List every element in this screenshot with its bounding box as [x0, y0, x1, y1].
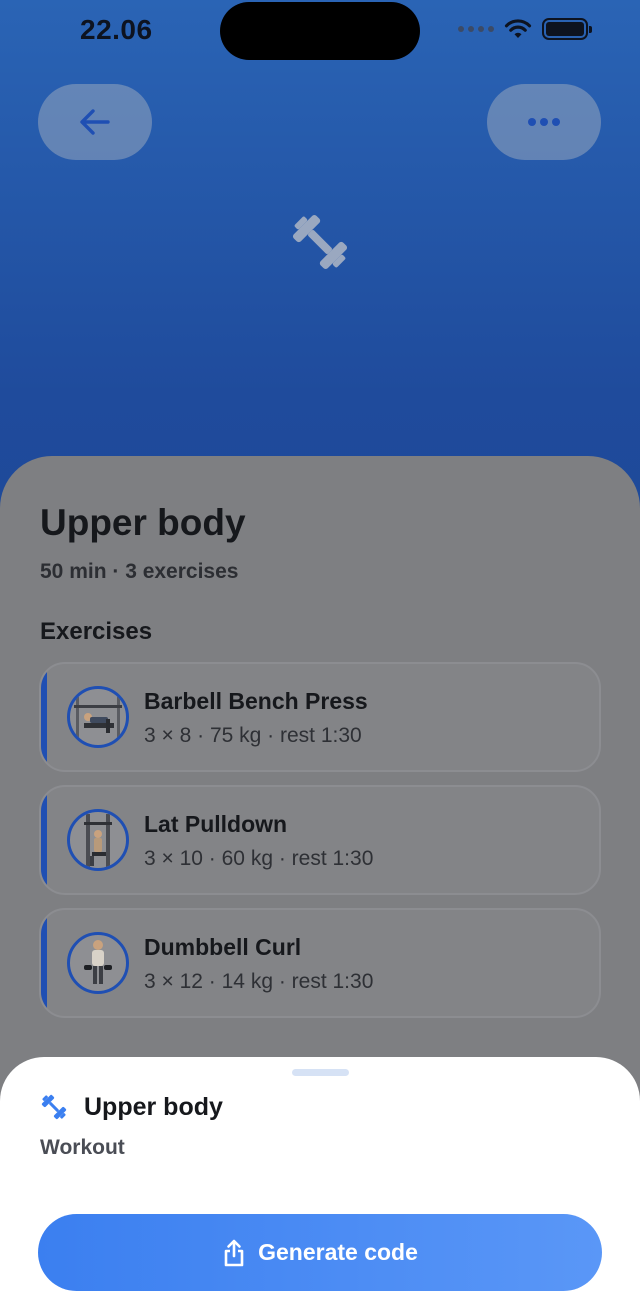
workout-meta: 50 min · 3 exercises [40, 560, 239, 583]
exercise-detail: 3 × 8 · 75 kg · rest 1:30 [144, 724, 362, 747]
back-button[interactable] [38, 84, 152, 160]
status-bar: 22.06 [0, 0, 640, 64]
arrow-left-icon [80, 109, 110, 135]
dumbbell-icon [41, 1094, 67, 1120]
exercise-name: Dumbbell Curl [144, 934, 302, 960]
sheet-subtitle: Workout [40, 1136, 125, 1159]
share-icon [224, 1239, 244, 1266]
workout-detail-screen: 22.06 Upper body 50 min · 3 exercises Ex… [0, 0, 640, 1312]
battery-icon [542, 18, 592, 40]
exercise-thumbnail [67, 932, 129, 994]
generate-code-button[interactable]: Generate code [38, 1214, 602, 1291]
bench-press-illustration [74, 697, 122, 741]
status-icons [458, 18, 592, 40]
exercise-detail: 3 × 12 · 14 kg · rest 1:30 [144, 970, 374, 993]
exercise-detail: 3 × 10 · 60 kg · rest 1:30 [144, 847, 374, 870]
exercises-heading: Exercises [40, 618, 153, 645]
cellular-signal-icon [458, 26, 494, 32]
generate-code-label: Generate code [258, 1239, 418, 1265]
dumbbell-icon [292, 214, 348, 270]
wifi-icon [504, 19, 532, 38]
workout-title: Upper body [40, 502, 246, 543]
status-time: 22.06 [80, 14, 153, 45]
more-options-button[interactable] [487, 84, 601, 160]
ellipsis-icon [528, 118, 560, 126]
sheet-grabber[interactable] [292, 1069, 349, 1076]
lat-pulldown-illustration [84, 814, 112, 868]
sheet-title: Upper body [84, 1093, 223, 1121]
exercise-accent-bar [41, 910, 47, 1016]
exercise-name: Barbell Bench Press [144, 688, 368, 714]
exercise-name: Lat Pulldown [144, 811, 288, 837]
exercise-item-dumbbell-curl[interactable]: Dumbbell Curl 3 × 12 · 14 kg · rest 1:30 [39, 908, 601, 1018]
dumbbell-curl-illustration [84, 940, 112, 984]
exercise-thumbnail [67, 809, 129, 871]
exercise-thumbnail [67, 686, 129, 748]
exercise-item-barbell-bench-press[interactable]: Barbell Bench Press 3 × 8 · 75 kg · rest… [39, 662, 601, 772]
dynamic-island [220, 2, 420, 60]
exercise-item-lat-pulldown[interactable]: Lat Pulldown 3 × 10 · 60 kg · rest 1:30 [39, 785, 601, 895]
exercise-accent-bar [41, 787, 47, 893]
exercise-accent-bar [41, 664, 47, 770]
